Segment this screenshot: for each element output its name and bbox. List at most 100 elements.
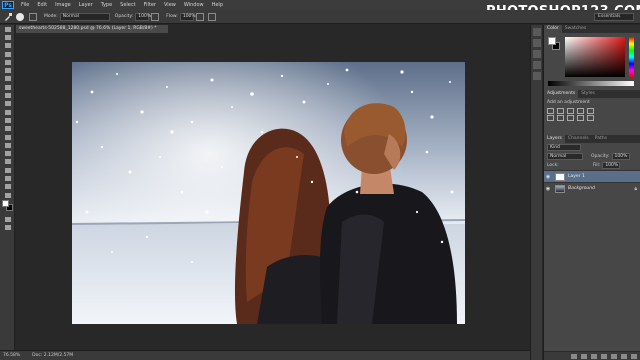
layer-name[interactable]: Background: [568, 186, 595, 191]
channel-mixer-icon[interactable]: [587, 115, 594, 121]
trash-icon[interactable]: [631, 353, 637, 359]
paragraph-panel-icon[interactable]: [533, 72, 541, 80]
photoshop-logo: Ps: [2, 1, 14, 9]
layer-row-background[interactable]: ◉ Background 🔒︎: [544, 182, 640, 194]
new-layer-icon[interactable]: [621, 353, 627, 359]
dodge-tool-icon[interactable]: [0, 133, 15, 141]
layer-mask-icon[interactable]: [591, 353, 597, 359]
layer-name[interactable]: Layer 1: [568, 174, 585, 179]
lasso-tool-icon[interactable]: [0, 42, 15, 50]
marquee-tool-icon[interactable]: [0, 33, 15, 41]
eyedropper-tool-icon[interactable]: [0, 66, 15, 74]
airbrush-icon[interactable]: [195, 12, 204, 21]
healing-brush-tool-icon[interactable]: [0, 75, 15, 83]
type-tool-icon[interactable]: [0, 149, 15, 157]
lock-label: Lock:: [547, 163, 559, 168]
tab-channels[interactable]: Channels: [565, 135, 592, 143]
pen-tool-icon[interactable]: [0, 141, 15, 149]
layer-filter-kind[interactable]: Kind: [547, 144, 581, 151]
link-layers-icon[interactable]: [571, 353, 577, 359]
pressure-size-icon[interactable]: [207, 12, 216, 21]
tab-swatches[interactable]: Swatches: [562, 25, 590, 33]
brush-tool-preset-icon[interactable]: [3, 12, 13, 22]
move-tool-icon[interactable]: [0, 25, 15, 33]
layer-thumbnail: [555, 172, 565, 181]
zoom-readout[interactable]: 76.58%: [0, 351, 20, 360]
document-tab[interactable]: sweethearts-502588_1280.psd @ 76.6% (Lay…: [16, 25, 168, 33]
menu-window[interactable]: Window: [180, 2, 208, 8]
properties-panel-icon[interactable]: [533, 39, 541, 47]
layers-panel-tabs: Layers Channels Paths: [544, 135, 640, 143]
menu-image[interactable]: Image: [51, 2, 75, 8]
menu-type[interactable]: Type: [97, 2, 116, 8]
screen-mode-icon[interactable]: [0, 224, 15, 232]
info-panel-icon[interactable]: [533, 50, 541, 58]
new-adjustment-icon[interactable]: [601, 353, 607, 359]
color-balance-icon[interactable]: [557, 115, 564, 121]
menu-view[interactable]: View: [160, 2, 180, 8]
fill-field[interactable]: 100%: [602, 162, 621, 169]
quick-select-tool-icon[interactable]: [0, 50, 15, 58]
blend-mode-select[interactable]: Normal: [547, 153, 583, 160]
brush-size-swatch[interactable]: [16, 12, 24, 21]
new-group-icon[interactable]: [611, 353, 617, 359]
levels-icon[interactable]: [557, 108, 564, 114]
gradient-tool-icon[interactable]: [0, 116, 15, 124]
brush-tool-icon[interactable]: [0, 83, 15, 91]
menu-file[interactable]: File: [17, 2, 33, 8]
black-white-icon[interactable]: [567, 115, 574, 121]
menu-edit[interactable]: Edit: [33, 2, 51, 8]
zoom-tool-icon[interactable]: [0, 183, 15, 191]
crop-tool-icon[interactable]: [0, 58, 15, 66]
tab-adjustments[interactable]: Adjustments: [544, 90, 579, 98]
photo-couple-snow[interactable]: [72, 62, 465, 324]
menu-help[interactable]: Help: [208, 2, 227, 8]
layer-row-layer-1[interactable]: ◉ Layer 1: [544, 170, 640, 182]
menu-filter[interactable]: Filter: [140, 2, 160, 8]
layer-style-icon[interactable]: [581, 353, 587, 359]
history-panel-icon[interactable]: [533, 28, 541, 36]
brush-panel-icon[interactable]: [29, 12, 37, 21]
history-brush-tool-icon[interactable]: [0, 100, 15, 108]
opacity-label: Opacity:: [114, 14, 134, 19]
path-select-tool-icon[interactable]: [0, 158, 15, 166]
document-size-readout: Doc: 2.12M/2.57M: [32, 353, 74, 358]
canvas-area[interactable]: [16, 33, 530, 350]
layer-opacity-field[interactable]: 100%: [611, 153, 630, 160]
shape-tool-icon[interactable]: [0, 166, 15, 174]
character-panel-icon[interactable]: [533, 61, 541, 69]
color-field[interactable]: [565, 37, 625, 77]
menu-select[interactable]: Select: [116, 2, 139, 8]
hue-slider[interactable]: [629, 37, 634, 77]
pressure-opacity-icon[interactable]: [151, 12, 160, 21]
hand-tool-icon[interactable]: [0, 174, 15, 182]
panel-foreground-swatch[interactable]: [548, 37, 556, 45]
tab-styles[interactable]: Styles: [578, 90, 598, 98]
quick-mask-icon[interactable]: [0, 215, 15, 223]
tab-paths[interactable]: Paths: [592, 135, 610, 143]
eye-icon[interactable]: ◉: [544, 186, 552, 192]
tab-color[interactable]: Color: [544, 25, 562, 33]
workspace-select[interactable]: Essentials: [594, 13, 634, 21]
exposure-icon[interactable]: [577, 108, 584, 114]
menu-layer[interactable]: Layer: [75, 2, 97, 8]
adjustments-panel: Add an adjustment: [544, 98, 640, 135]
clone-stamp-tool-icon[interactable]: [0, 91, 15, 99]
edit-toolbar-icon[interactable]: [0, 191, 15, 199]
hue-saturation-icon[interactable]: [547, 115, 554, 121]
options-bar: Mode: Normal Opacity: 100% Flow: 100% Es…: [0, 10, 640, 24]
eraser-tool-icon[interactable]: [0, 108, 15, 116]
vibrance-icon[interactable]: [587, 108, 594, 114]
photo-filter-icon[interactable]: [577, 115, 584, 121]
grayscale-ramp[interactable]: [548, 81, 634, 86]
foreground-color-swatch[interactable]: [2, 200, 9, 208]
fill-label: Fill:: [592, 163, 601, 168]
mode-select[interactable]: Normal: [59, 12, 110, 21]
brightness-contrast-icon[interactable]: [547, 108, 554, 114]
flow-field[interactable]: 100%: [179, 12, 196, 21]
curves-icon[interactable]: [567, 108, 574, 114]
blur-tool-icon[interactable]: [0, 125, 15, 133]
tab-layers[interactable]: Layers: [544, 135, 565, 143]
eye-icon[interactable]: ◉: [544, 174, 552, 180]
opacity-field[interactable]: 100%: [135, 12, 151, 21]
